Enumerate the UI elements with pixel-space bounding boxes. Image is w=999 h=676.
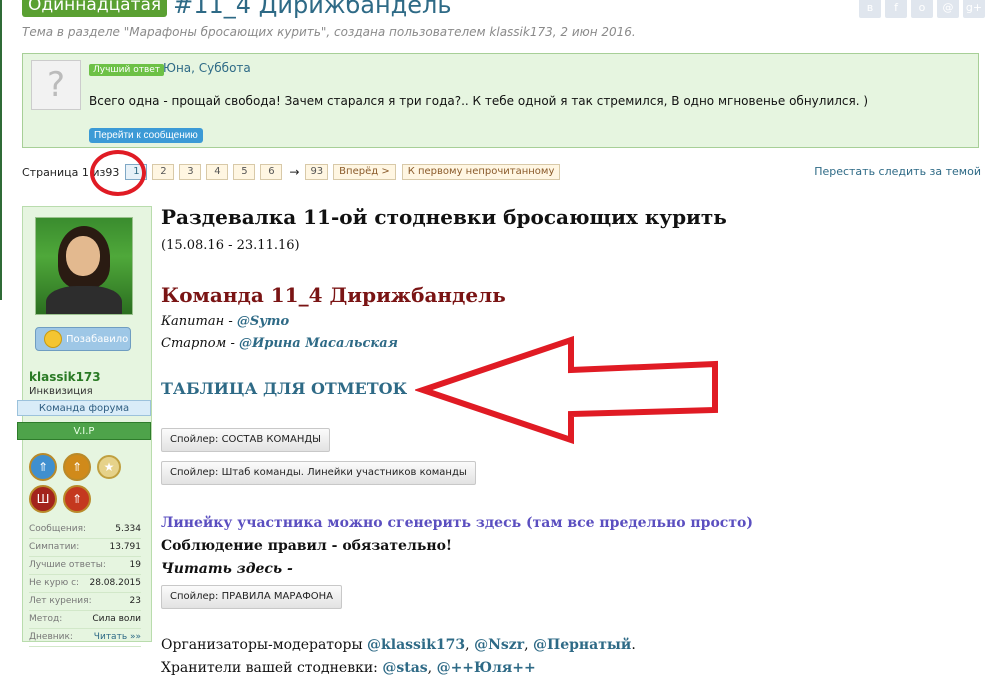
best-answer-box: ? Лучший ответ Юна, Суббота Всего одна -… xyxy=(22,53,979,148)
trophy-award-icon[interactable]: ⇑ xyxy=(63,485,91,513)
thread-header: Одиннадцатая #11_4 Дирижбандель xyxy=(22,0,452,22)
first-unread-button[interactable]: К первому непрочитанному xyxy=(401,164,561,180)
mate-line: Старпом - @Ирина Масальская xyxy=(161,336,398,351)
keepers-line: Хранители вашей стодневки: @stas, @++Юля… xyxy=(161,660,536,676)
user-sidebar: Позабавило klassik173 Инквизиция Команда… xyxy=(17,206,152,647)
next-page-button[interactable]: Вперёд > xyxy=(333,164,396,180)
liked-reaction-button[interactable]: Позабавило xyxy=(35,327,131,351)
thread-title: #11_4 Дирижбандель xyxy=(173,0,452,19)
trophy-award-icon[interactable]: ⇑ xyxy=(63,453,91,481)
share-icons: в f о @ g+ xyxy=(859,0,985,18)
default-avatar-icon[interactable]: ? xyxy=(31,60,81,110)
generator-link[interactable]: Линейку участника можно сгенерить здесь … xyxy=(161,515,753,531)
rules-notice: Соблюдение правил - обязательно! xyxy=(161,538,453,554)
spoiler-team-button[interactable]: Спойлер: СОСТАВ КОМАНДЫ xyxy=(161,428,330,452)
page-last[interactable]: 93 xyxy=(305,164,329,180)
go-to-message-button[interactable]: Перейти к сообщению xyxy=(89,128,203,143)
vip-badge: V.I.P xyxy=(17,422,151,440)
user-stats: Сообщения: 5.334 Симпатии: 13.791 Лучшие о… xyxy=(29,521,141,647)
best-answer-users[interactable]: Юна, Суббота xyxy=(163,61,251,75)
odnoklassniki-icon[interactable]: о xyxy=(911,0,933,18)
stat-row: Лучшие ответы: 19 xyxy=(29,557,141,575)
stat-row: Сообщения: 5.334 xyxy=(29,521,141,539)
team-title: Команда 11_4 Дирижбандель xyxy=(161,283,506,307)
annotation-arrow-icon xyxy=(415,335,718,445)
user-avatar[interactable] xyxy=(35,217,133,315)
stat-row: Не курю с: 28.08.2015 xyxy=(29,575,141,593)
captain-line: Капитан - @Symo xyxy=(161,314,290,329)
page-6[interactable]: 6 xyxy=(260,164,283,180)
vk-icon[interactable]: в xyxy=(859,0,881,18)
team-badge: Команда форума xyxy=(17,400,151,416)
thread-prefix[interactable]: Одиннадцатая xyxy=(22,0,168,17)
post-dates: (15.08.16 - 23.11.16) xyxy=(161,238,300,253)
diary-link[interactable]: Читать »» xyxy=(94,629,141,646)
post-heading: Раздевалка 11-ой стодневки бросающих кур… xyxy=(161,205,727,229)
smile-icon xyxy=(44,330,62,348)
stat-row: Дневник: Читать »» xyxy=(29,629,141,647)
trophy-award-icon[interactable]: Ш xyxy=(29,485,57,513)
page-5[interactable]: 5 xyxy=(233,164,256,180)
spoiler-staff-button[interactable]: Спойлер: Штаб команды. Линейки участнико… xyxy=(161,461,476,485)
user-title: Инквизиция xyxy=(29,386,93,397)
best-answer-badge: Лучший ответ xyxy=(89,64,165,76)
trophy-award-icon[interactable]: ⇑ xyxy=(29,453,57,481)
liked-label: Позабавило xyxy=(66,333,129,345)
best-answer-text: Всего одна - прощай свобода! Зачем стара… xyxy=(89,94,869,108)
mate-mention[interactable]: @Ирина Масальская xyxy=(239,336,398,351)
keeper-mention[interactable]: @++Юля++ xyxy=(437,660,536,676)
medal-icon[interactable]: ★ xyxy=(97,455,121,479)
spoiler-rules-button[interactable]: Спойлер: ПРАВИЛА МАРАФОНА xyxy=(161,585,343,609)
page-4[interactable]: 4 xyxy=(206,164,229,180)
username[interactable]: klassik173 xyxy=(29,370,101,384)
mailru-icon[interactable]: @ xyxy=(937,0,959,18)
read-here-label: Читать здесь - xyxy=(161,561,293,577)
organizer-mention[interactable]: @Nszr xyxy=(474,637,524,653)
googleplus-icon[interactable]: g+ xyxy=(963,0,985,18)
page-2[interactable]: 2 xyxy=(152,164,175,180)
left-edge-strip xyxy=(0,0,2,300)
captain-mention[interactable]: @Symo xyxy=(237,314,289,329)
stat-row: Метод: Сила воли xyxy=(29,611,141,629)
page-3[interactable]: 3 xyxy=(179,164,202,180)
stat-row: Симпатии: 13.791 xyxy=(29,539,141,557)
organizer-mention[interactable]: @klassik173 xyxy=(367,637,465,653)
annotation-circle xyxy=(90,150,146,196)
stat-row: Лет курения: 23 xyxy=(29,593,141,611)
unwatch-thread-link[interactable]: Перестать следить за темой xyxy=(814,165,981,178)
organizer-mention[interactable]: @Пернатый xyxy=(533,637,631,653)
arrow-right-icon: → xyxy=(289,165,300,179)
marks-table-link[interactable]: ТАБЛИЦА ДЛЯ ОТМЕТОК xyxy=(161,379,407,398)
facebook-icon[interactable]: f xyxy=(885,0,907,18)
organizers-line: Организаторы-модераторы @klassik173, @Ns… xyxy=(161,637,636,653)
thread-subtitle: Тема в разделе "Марафоны бросающих курит… xyxy=(22,25,636,39)
keeper-mention[interactable]: @stas xyxy=(382,660,427,676)
